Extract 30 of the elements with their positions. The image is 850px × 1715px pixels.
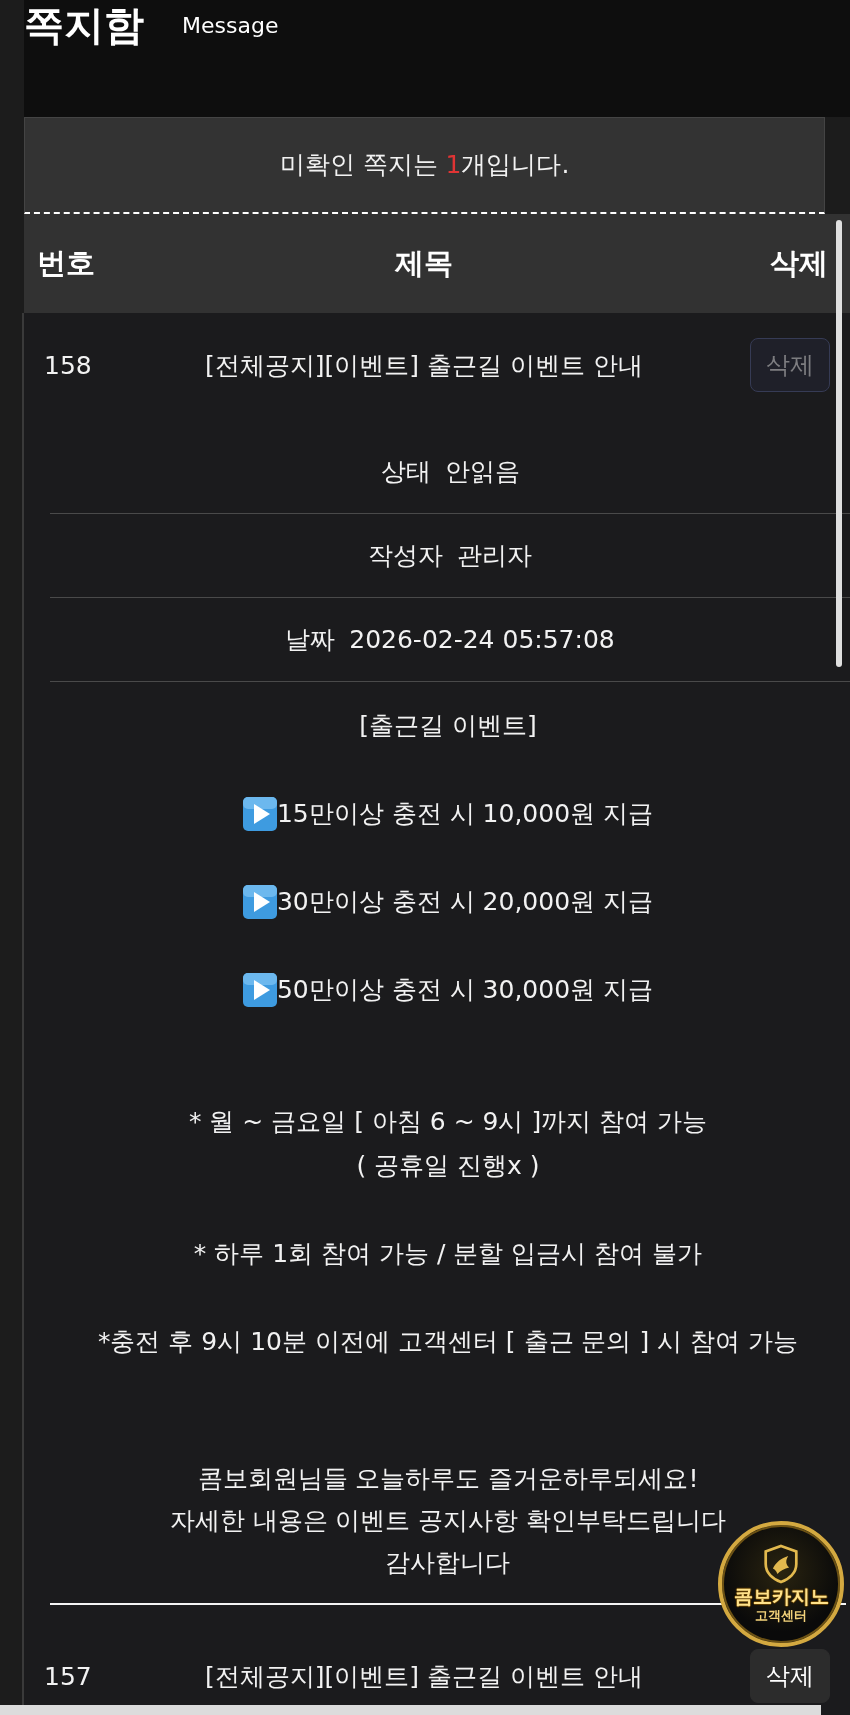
event-heading: [출근길 이벤트] [359, 710, 537, 742]
horizontal-scrollbar[interactable] [0, 1705, 821, 1715]
event-bullet-text: 50만이상 충전 시 30,000원 지급 [276, 974, 654, 1006]
page-subtitle: Message [182, 13, 279, 39]
message-title[interactable]: [전체공지][이벤트] 출근길 이벤트 안내 [205, 1659, 643, 1693]
event-note: *충전 후 9시 10분 이전에 고객센터 [ 출근 문의 ] 시 참여 가능 [97, 1326, 799, 1358]
play-icon [242, 797, 277, 831]
vertical-scrollbar[interactable] [836, 220, 842, 667]
detail-label: 작성자 [368, 540, 443, 572]
detail-value: 관리자 [457, 540, 532, 572]
event-bullet-text: 30만이상 충전 시 20,000원 지급 [276, 886, 654, 918]
column-header: 제목 [395, 244, 453, 282]
play-icon [242, 973, 277, 1007]
detail-value: 2026-02-24 05:57:08 [349, 625, 615, 654]
unread-notice: 미확인 쪽지는 1개입니다. [24, 117, 825, 214]
detail-label: 상태 [380, 456, 431, 488]
detail-value: 안읽음 [444, 456, 520, 488]
message-title[interactable]: [전체공지][이벤트] 출근길 이벤트 안내 [205, 348, 643, 382]
detail-label: 날짜 [285, 624, 336, 656]
column-header: 삭제 [770, 244, 829, 282]
message-number: 158 [43, 350, 93, 380]
delete-button[interactable]: 삭제 [750, 1649, 830, 1703]
event-bullet-text: 15만이상 충전 시 10,000원 지급 [276, 798, 654, 830]
play-icon [242, 885, 277, 919]
shield-icon [763, 1544, 799, 1584]
page-title: 쪽지함 [24, 1, 144, 50]
event-note: * 월 ~ 금요일 [ 아침 6 ~ 9시 ]까지 참여 가능 ( 공휴일 진행x ) [188, 1106, 708, 1182]
event-note: * 하루 1회 참여 가능 / 분할 입금시 참여 불가 [193, 1238, 703, 1270]
column-header: 번호 [36, 244, 96, 282]
message-number: 157 [43, 1661, 93, 1691]
